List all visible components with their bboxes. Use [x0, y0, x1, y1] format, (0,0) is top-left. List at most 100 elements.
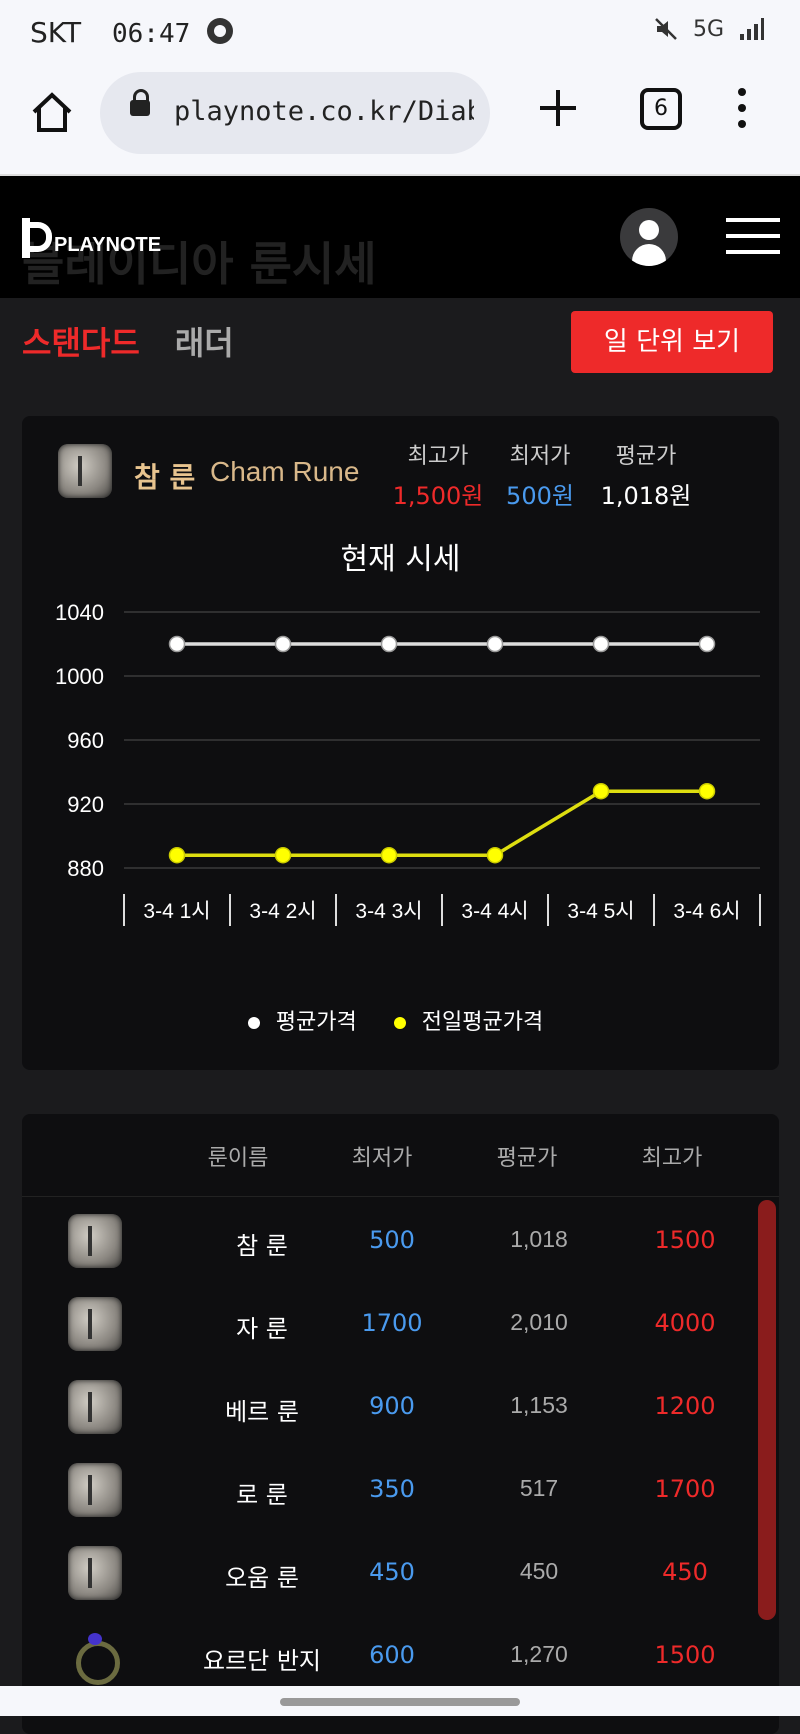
x-tick-label: 3-4 4시 [461, 900, 528, 923]
data-point[interactable] [168, 635, 186, 653]
site-header: 블레이디아 룬시세 PLAYNOTE [0, 176, 800, 298]
browser-toolbar: playnote.co.kr/Diablo/Ru 6 [0, 66, 800, 176]
x-tick-label: 3-4 6시 [673, 900, 740, 923]
rune-icon [68, 1546, 122, 1600]
data-point[interactable] [486, 846, 504, 864]
table-header: 룬이름 최저가 평균가 최고가 [22, 1114, 779, 1197]
data-point[interactable] [380, 635, 398, 653]
data-point[interactable] [698, 782, 716, 800]
x-tick-label: 3-4 1시 [143, 900, 210, 923]
cell-max: 1200 [654, 1392, 716, 1420]
cell-min: 900 [369, 1392, 415, 1420]
series-line-1 [177, 789, 707, 857]
data-point[interactable] [274, 846, 292, 864]
hamburger-menu-icon[interactable] [726, 218, 780, 254]
legend-item-prev-avg[interactable]: 전일평균가격 [393, 1010, 553, 1035]
cell-max: 1500 [654, 1226, 716, 1254]
lock-icon [130, 89, 150, 116]
clock: 06:47 [111, 19, 191, 49]
cell-min: 600 [369, 1641, 415, 1669]
ring-icon [68, 1629, 122, 1685]
day-view-button[interactable]: 일 단위 보기 [571, 311, 773, 373]
cell-avg: 1,153 [510, 1392, 568, 1418]
col-header-min: 최저가 [351, 1146, 413, 1171]
rune-icon [68, 1214, 122, 1268]
status-left: SKT 06:47 [30, 16, 234, 49]
rune-price-card: 참 룬 Cham Rune 최고가 최저가 평균가 1,500원 500원 1,… [22, 416, 779, 1070]
home-pill-icon[interactable] [280, 1698, 520, 1706]
data-point[interactable] [486, 635, 504, 653]
min-price-label: 최저가 [509, 444, 571, 469]
cell-min: 500 [369, 1226, 415, 1254]
max-price-value: 1,500원 [392, 482, 484, 510]
logo-text: PLAYNOTE [54, 233, 162, 256]
data-point[interactable] [698, 635, 716, 653]
legend-item-avg[interactable]: 평균가격 [247, 1010, 367, 1035]
rune-icon [68, 1297, 122, 1351]
y-tick-label: 880 [67, 856, 104, 881]
rune-name-english: Cham Rune [210, 456, 360, 487]
mute-icon [655, 18, 677, 40]
home-icon[interactable] [30, 90, 74, 134]
tab-count-button[interactable]: 6 [640, 88, 682, 130]
cell-avg: 450 [519, 1558, 559, 1584]
col-header-max: 최고가 [641, 1146, 703, 1171]
y-tick-label: 1000 [55, 664, 104, 689]
chart-legend: 평균가격 전일평균가격 [22, 1004, 779, 1036]
url-text[interactable]: playnote.co.kr/Diablo/Ru [174, 96, 474, 127]
gesture-bar [0, 1686, 800, 1716]
col-header-name: 룬이름 [207, 1146, 269, 1171]
status-bar: SKT 06:47 5G [0, 0, 800, 66]
data-point[interactable] [168, 846, 186, 864]
table-row[interactable]: 베르 룬 900 1,153 1200 [22, 1366, 779, 1449]
table-scrollbar[interactable] [758, 1200, 776, 1620]
user-avatar-icon[interactable] [620, 208, 678, 266]
playnote-logo[interactable]: PLAYNOTE [22, 218, 161, 258]
legend-label-prev-avg: 전일평균가격 [421, 1010, 544, 1035]
min-price-value: 500원 [506, 482, 574, 510]
y-tick-label: 1040 [55, 600, 104, 625]
avg-price-value: 1,018원 [600, 482, 692, 510]
data-point[interactable] [592, 635, 610, 653]
cell-avg: 517 [519, 1475, 559, 1501]
logo-mark-icon [22, 218, 52, 258]
data-point[interactable] [380, 846, 398, 864]
url-bar[interactable]: playnote.co.kr/Diablo/Ru [100, 72, 490, 154]
cell-max: 1700 [654, 1475, 716, 1503]
rune-name-korean: 참 룬 [134, 461, 196, 494]
status-right: 5G [653, 16, 764, 42]
sync-icon [207, 18, 234, 44]
table-row[interactable]: 참 룬 500 1,018 1500 [22, 1200, 779, 1283]
data-point[interactable] [592, 782, 610, 800]
cell-min: 350 [369, 1475, 415, 1503]
y-tick-label: 960 [67, 728, 104, 753]
cell-max: 450 [662, 1558, 708, 1586]
cell-min: 1700 [361, 1309, 423, 1337]
x-tick-label: 3-4 3시 [355, 900, 422, 923]
rune-icon [68, 1463, 122, 1517]
table-row[interactable]: 오움 룬 450 450 450 [22, 1532, 779, 1615]
table-row[interactable]: 로 룬 350 517 1700 [22, 1449, 779, 1532]
tab-ladder[interactable]: 래더 [175, 324, 234, 362]
rune-price-table: 룬이름 최저가 평균가 최고가 참 룬 500 1,018 1500 자 룬 1700 2,… [22, 1114, 779, 1734]
tab-standard[interactable]: 스탠다드 [22, 324, 140, 362]
cell-min: 450 [369, 1558, 415, 1586]
legend-label-avg: 평균가격 [275, 1010, 357, 1035]
cell-avg: 2,010 [510, 1309, 568, 1335]
carrier-label: SKT [30, 16, 82, 49]
legend-dot-yellow-icon [393, 1017, 406, 1029]
rune-icon [68, 1380, 122, 1434]
signal-icon [740, 18, 764, 40]
network-icon: 5G [692, 16, 724, 42]
table-row[interactable]: 자 룬 1700 2,010 4000 [22, 1283, 779, 1366]
price-chart: 1040 1000 960 920 880 3-4 1시 3-4 2시 3-4 3시 3-4 4… [55, 600, 761, 926]
chart-title: 현재 시세 [340, 542, 461, 577]
legend-dot-white-icon [247, 1017, 260, 1029]
cell-avg: 1,018 [510, 1226, 568, 1252]
max-price-label: 최고가 [407, 444, 469, 469]
data-point[interactable] [274, 635, 292, 653]
cell-max: 4000 [654, 1309, 716, 1337]
rune-icon [58, 444, 112, 498]
more-menu-icon[interactable] [738, 88, 746, 132]
new-tab-icon[interactable] [540, 90, 576, 126]
